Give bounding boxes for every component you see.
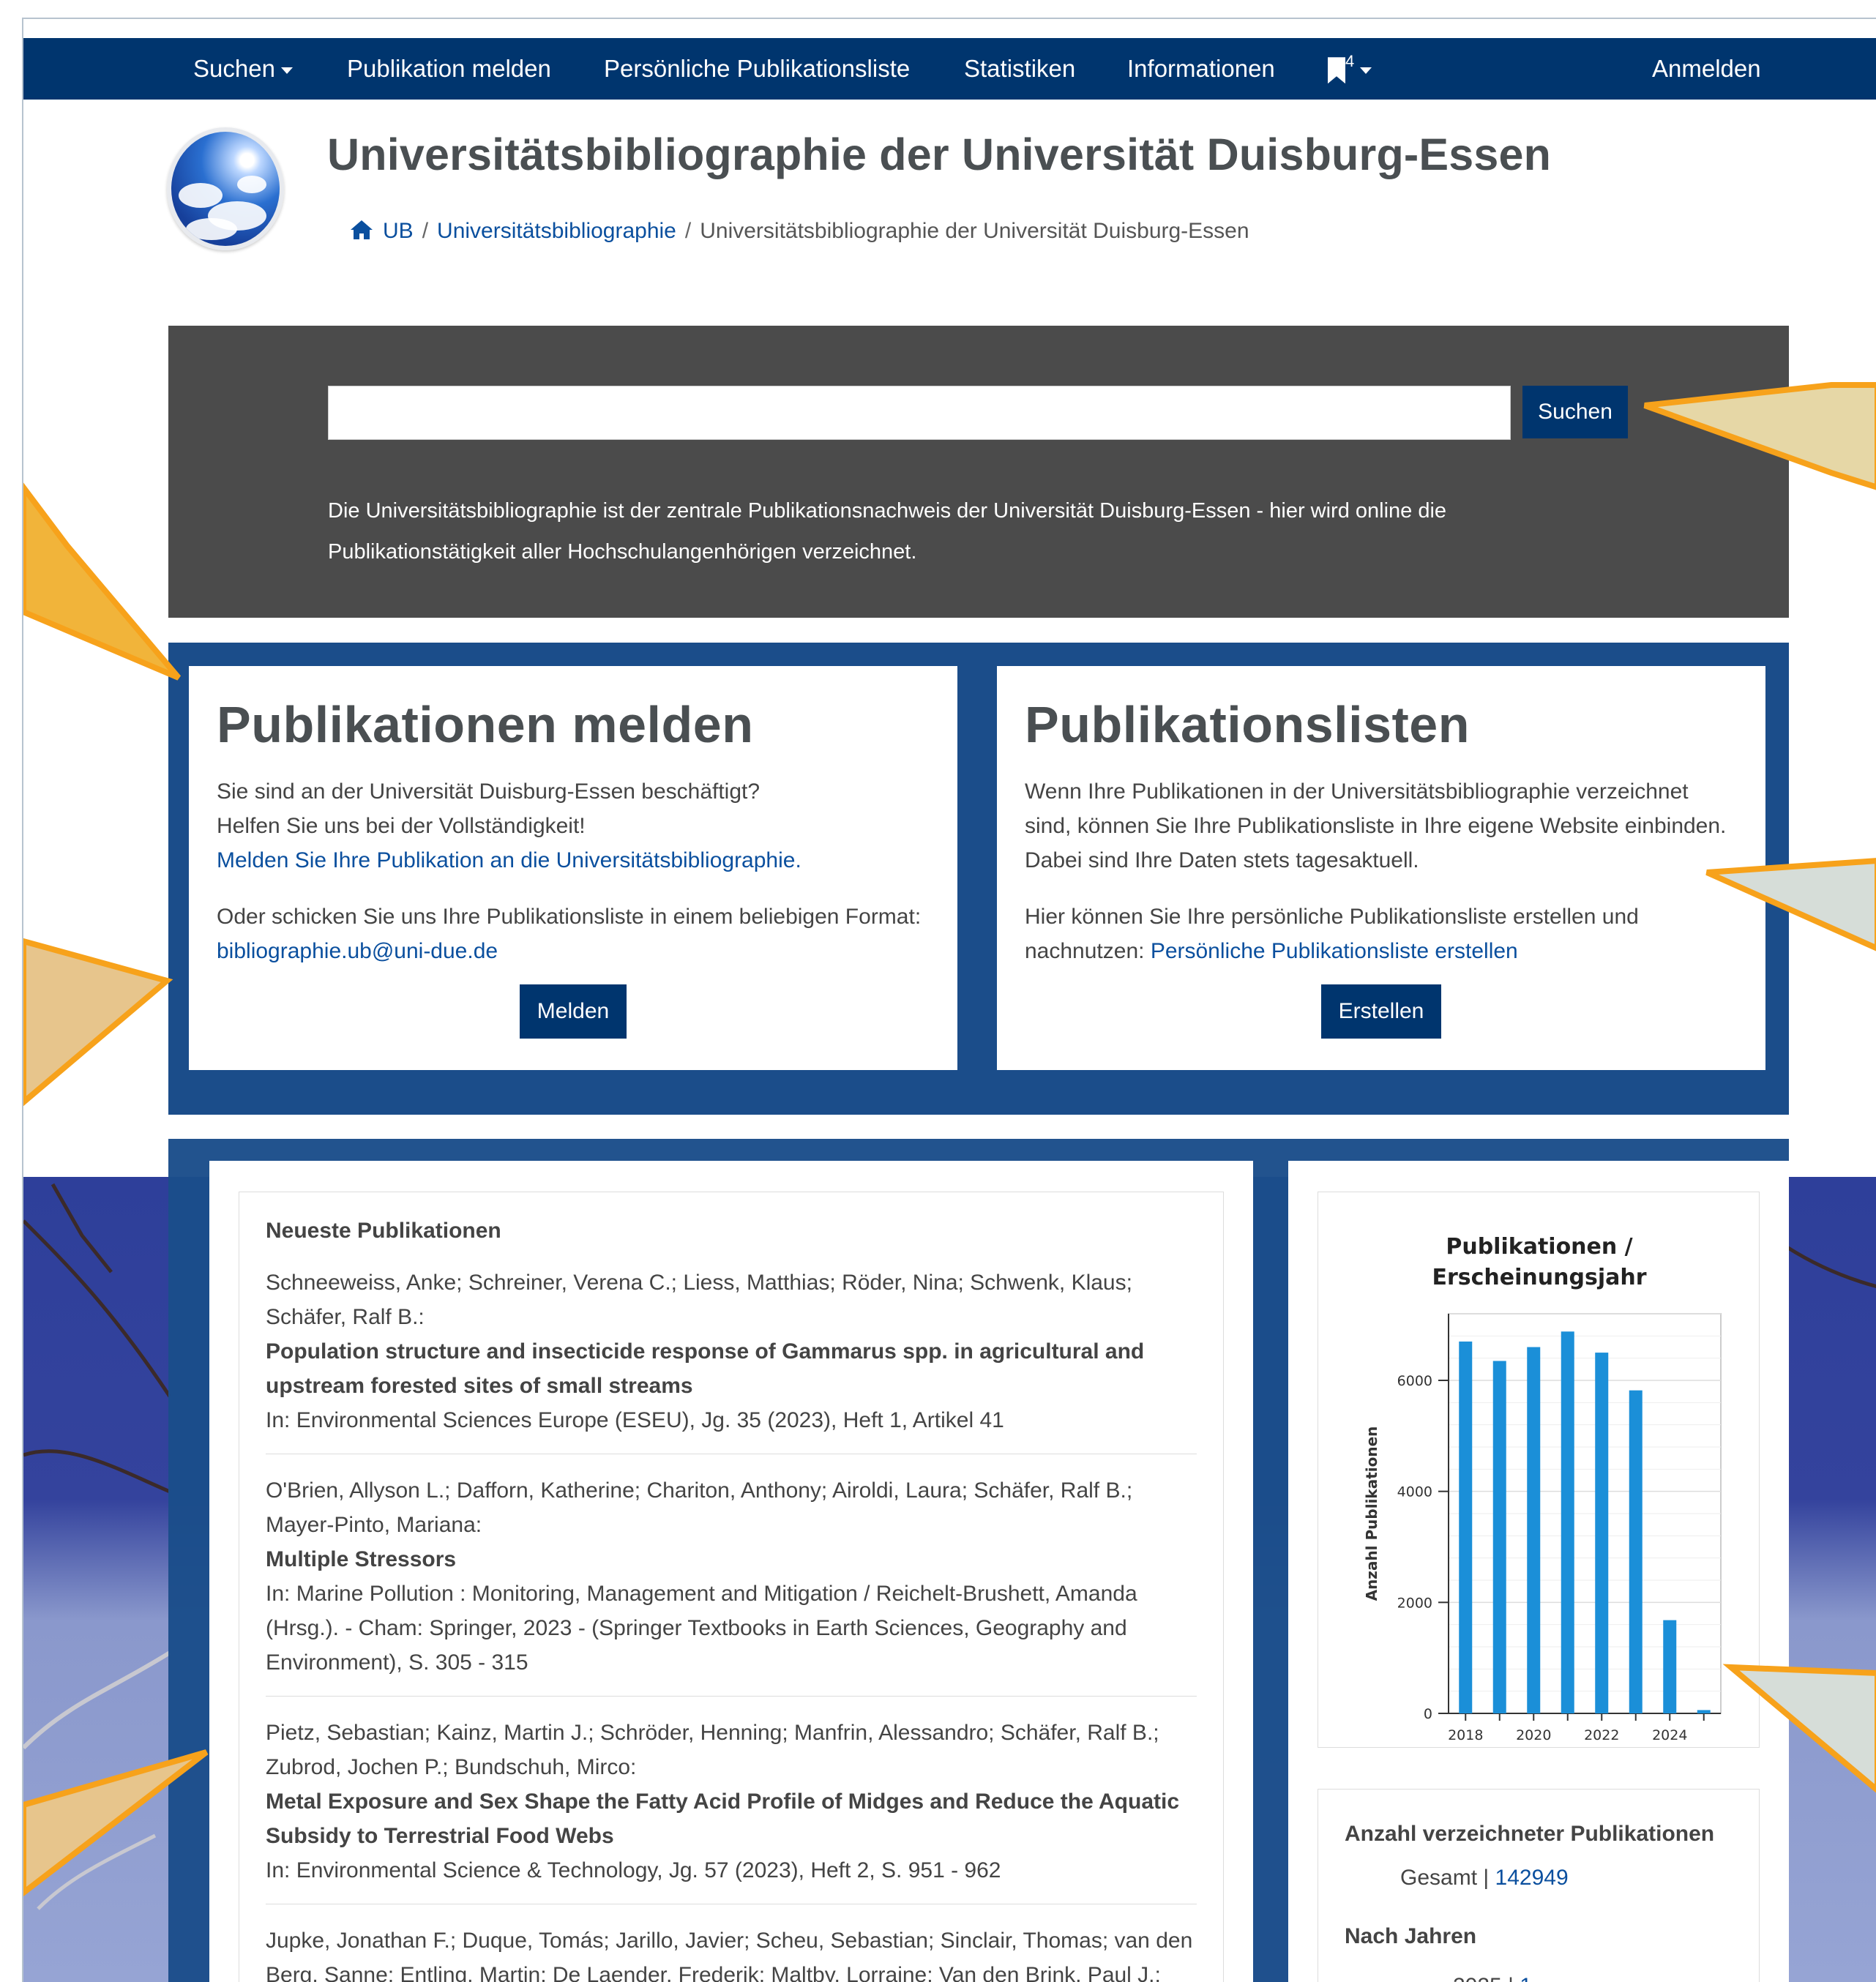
annotation-arrow	[1722, 1664, 1876, 1793]
annotation-arrow	[1643, 382, 1876, 490]
annotation-arrow	[23, 1749, 209, 1897]
page-frame: Suchen Publikation melden Persönliche Pu…	[22, 18, 1876, 1982]
annotation-arrow	[23, 482, 182, 681]
annotation-arrow	[23, 938, 173, 1107]
annotation-arrows	[23, 382, 1876, 1897]
annotation-arrow	[1705, 858, 1876, 951]
